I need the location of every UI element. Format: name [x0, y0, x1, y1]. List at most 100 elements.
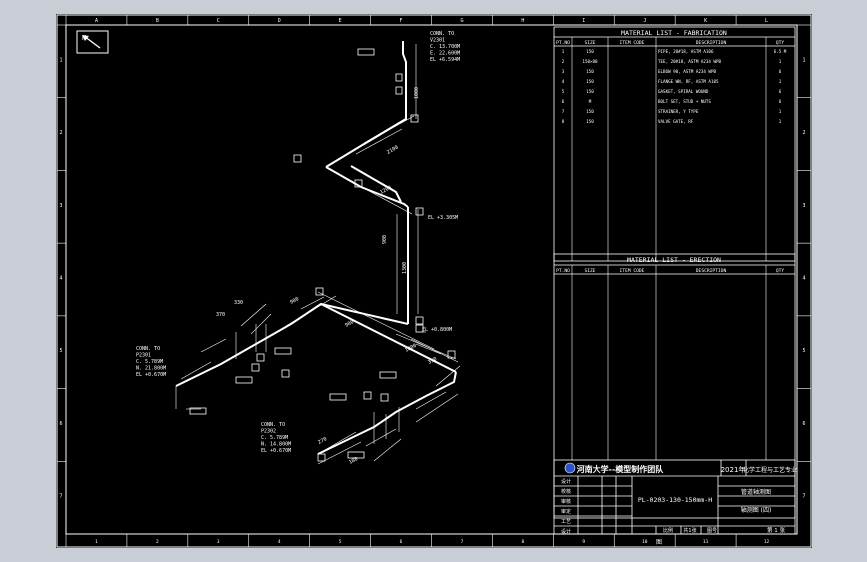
drawing-sheet: A B C D E F G H I J K L 1 2 3 4 5 6 7 8 9 10 11 12 112233445566…: [56, 14, 812, 548]
connection-note-line: N. 21.800M: [136, 366, 166, 372]
fabrication-header: QTY: [776, 40, 785, 46]
university-name: 河南大学--模型制作团队: [577, 464, 665, 474]
title-bottom-label: 共1张: [683, 527, 696, 534]
bottom-column-label: 2: [156, 539, 159, 545]
elevation-label-1: EL +3.305M: [428, 215, 458, 221]
row-label-right: 2: [802, 130, 805, 136]
dimension-label: 330: [234, 300, 243, 306]
fabrication-cell: FLANGE WN, RF, ASTM A105: [658, 79, 719, 84]
fabrication-cell: 1: [779, 59, 782, 64]
connection-note-line: C. 5.789M: [136, 359, 163, 365]
connection-note-line: N. 14.800M: [261, 442, 291, 448]
fabrication-cell: 6: [779, 99, 782, 104]
fabrication-cell: 5: [562, 89, 565, 94]
connection-note-line: CONN. TO: [261, 422, 285, 428]
isometric-drawing: A B C D E F G H I J K L1 2 3 4 5 6 7 8 9 10 11 12 1 12 23 34 45 56 6…: [56, 14, 812, 548]
column-label: L: [765, 18, 768, 24]
role-label: 工艺: [561, 519, 571, 525]
footer-label: 图: [656, 539, 662, 546]
row-label-right: 1: [802, 57, 805, 63]
row-label: 7: [59, 494, 62, 500]
fabrication-cell: 150: [586, 89, 594, 94]
fabrication-cell: GASKET, SPIRAL WOUND: [658, 89, 709, 94]
elevation-label-2: EL +0.800M: [422, 327, 452, 333]
fabrication-header: ITEM CODE: [620, 40, 645, 46]
fabrication-header: PT.NO: [556, 40, 570, 46]
row-label: 3: [59, 203, 62, 209]
fabrication-cell: 4: [562, 79, 565, 84]
bottom-column-label: 5: [339, 539, 342, 545]
erection-header: QTY: [776, 268, 785, 274]
fabrication-cell: 6: [779, 89, 782, 94]
fabrication-cell: PIPE, 20#18, ASTM A106: [658, 49, 714, 54]
connection-note-line: C. 5.789M: [261, 435, 288, 441]
bottom-column-label: 8: [522, 539, 525, 545]
university-logo-icon: [564, 462, 576, 474]
fabrication-cell: M: [589, 99, 592, 104]
column-label: I: [582, 18, 585, 24]
connection-note-line: E. 22.600M: [430, 51, 460, 57]
connection-note-line: CONN. TO: [430, 31, 454, 37]
fabrication-cell: 150: [586, 119, 594, 124]
column-label: K: [704, 18, 707, 24]
fabrication-table: MATERIAL LIST - FABRICATION PT.NO SIZE ITE…: [553, 26, 796, 262]
bottom-column-label: 3: [217, 539, 220, 545]
column-label: E: [339, 18, 342, 24]
column-label: A: [95, 18, 98, 24]
fabrication-cell: ELBOW 90, ASTM A234 WPB: [658, 69, 716, 74]
row-label: 5: [59, 348, 62, 354]
bottom-column-label: 12: [764, 539, 770, 545]
fabrication-cell: 1: [562, 49, 565, 54]
row-label: 6: [59, 421, 62, 427]
north-label: N: [82, 34, 86, 42]
bottom-column-label: 7: [461, 539, 464, 545]
dimension-label: 370: [216, 312, 225, 318]
fabrication-cell: 6: [562, 99, 565, 104]
row-label-right: 3: [802, 203, 805, 209]
dimension-texts: 1000210012009001300330370900900100033027…: [216, 87, 438, 466]
dimension-label: 2100: [386, 145, 399, 156]
fabrication-cell: 6.5 M: [774, 49, 787, 54]
fabrication-cell: 1: [779, 109, 782, 114]
bottom-column-label: 6: [400, 539, 403, 545]
connection-note-line: EL +6.594M: [430, 57, 460, 63]
fabrication-cell: 1: [779, 119, 782, 124]
connection-note-line: C. 13.700M: [430, 44, 460, 50]
title-line-1: 管道轴测图: [741, 488, 771, 496]
fabrication-cell: 8: [562, 119, 565, 124]
column-label: G: [460, 18, 463, 24]
pipe-route: [175, 41, 457, 455]
dimension-label: 900: [289, 296, 300, 306]
fabrication-cell: 150: [586, 69, 594, 74]
bottom-column-label: 1: [95, 539, 98, 545]
sheet-number: 第 1 张: [767, 526, 785, 534]
row-label: 4: [59, 276, 62, 282]
title-line-2: 轴测图 (四): [741, 506, 772, 514]
role-label: 设计: [561, 478, 571, 485]
dimension-label: 1200: [379, 185, 392, 196]
bottom-column-label: 4: [278, 539, 281, 545]
row-label-right: 7: [802, 494, 805, 500]
fabrication-cell: 3: [562, 69, 565, 74]
title-bottom-label: 比例: [663, 527, 673, 534]
fabrication-cell: 150×80: [582, 59, 598, 64]
connection-note-line: P2302: [261, 429, 276, 435]
column-label: H: [521, 18, 524, 24]
row-label-right: 6: [802, 421, 805, 427]
column-label: J: [643, 18, 646, 24]
fabrication-cell: TEE, 20#18, ASTM A234 WPB: [658, 59, 722, 64]
bottom-column-label: 9: [582, 539, 585, 545]
drawing-number: PL-0203-130-150mm-H: [638, 496, 712, 504]
fabrication-cell: 6: [779, 69, 782, 74]
fabrication-cell: BOLT SET, STUD + NUTS: [658, 99, 711, 104]
bottom-column-label: 11: [703, 539, 709, 545]
fabrication-cell: STRAINER, Y TYPE: [658, 109, 699, 114]
erection-title: MATERIAL LIST - ERECTION: [627, 256, 721, 264]
connection-note-line: CONN. TO: [136, 346, 160, 352]
fabrication-cell: 150: [586, 79, 594, 84]
fabrication-title: MATERIAL LIST - FABRICATION: [621, 29, 727, 37]
erection-header: DESCRIPTION: [696, 268, 727, 274]
row-label: 1: [59, 57, 62, 63]
dimension-label: 1000: [414, 87, 420, 99]
connection-note-line: EL +0.670M: [261, 448, 291, 454]
